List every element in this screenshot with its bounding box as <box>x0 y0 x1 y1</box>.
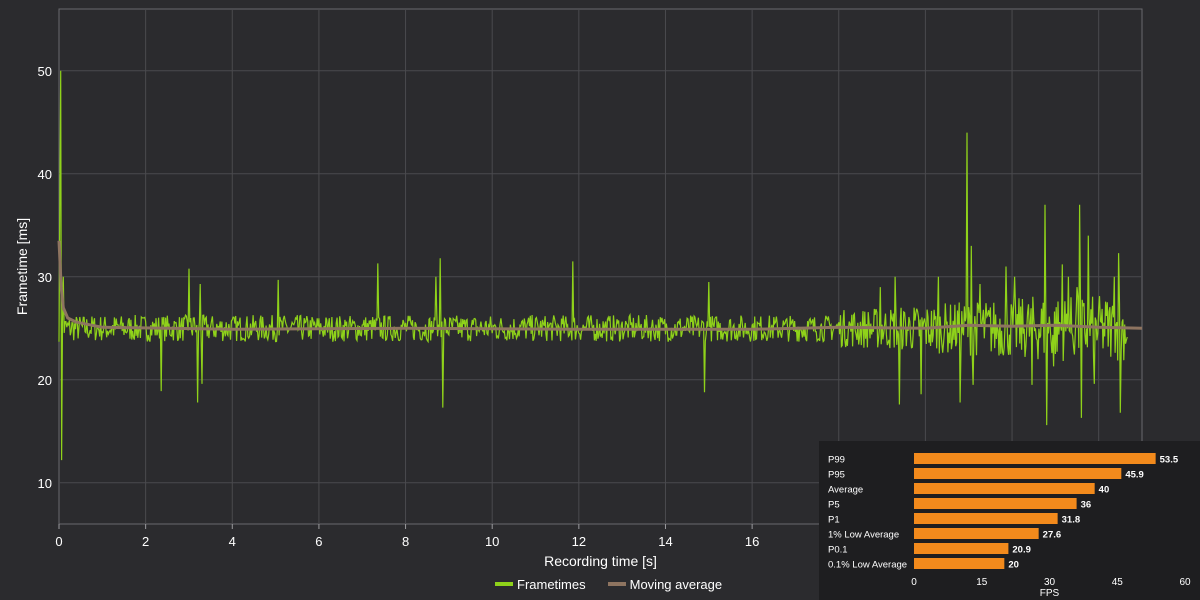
x-tick-label: 14 <box>658 534 672 549</box>
x-tick-label: 16 <box>745 534 759 549</box>
frametimes-swatch <box>495 582 513 586</box>
fps-tick-label: 45 <box>1112 577 1124 588</box>
y-tick-label: 20 <box>38 373 52 388</box>
y-tick-label: 30 <box>38 270 52 285</box>
moving-average-swatch <box>607 582 626 586</box>
fps-category-label: P0.1 <box>828 545 848 556</box>
legend-label-frametimes: Frametimes <box>517 576 586 592</box>
fps-bar <box>914 468 1122 479</box>
x-tick-label: 8 <box>402 534 409 549</box>
fps-category-label: 1% Low Average <box>828 530 899 541</box>
fps-value-label: 36 <box>1081 500 1092 511</box>
fps-value-label: 31.8 <box>1062 515 1081 526</box>
fps-bar <box>914 483 1095 494</box>
fps-tick-label: 60 <box>1179 577 1191 588</box>
y-axis-title: Frametime [ms] <box>14 218 30 315</box>
y-tick-label: 10 <box>38 476 52 491</box>
fps-value-label: 27.6 <box>1043 530 1062 541</box>
fps-tick-label: 0 <box>911 577 917 588</box>
fps-value-label: 20 <box>1008 560 1019 571</box>
fps-bar <box>914 453 1156 464</box>
frametime-series <box>58 70 1128 461</box>
fps-bar <box>914 558 1005 569</box>
fps-tick-label: 15 <box>976 577 988 588</box>
y-tick-label: 40 <box>38 167 52 182</box>
x-tick-label: 0 <box>55 534 62 549</box>
x-tick-label: 4 <box>229 534 236 549</box>
x-tick-label: 2 <box>142 534 149 549</box>
fps-value-label: 53.5 <box>1160 455 1179 466</box>
x-tick-label: 6 <box>315 534 322 549</box>
fps-category-label: P1 <box>828 515 840 526</box>
legend-item-frametimes[interactable]: Frametimes <box>495 577 586 592</box>
fps-bar <box>914 498 1077 509</box>
fps-category-label: Average <box>828 485 863 496</box>
fps-category-label: P5 <box>828 500 840 511</box>
frametimes-line <box>58 70 1128 461</box>
fps-category-label: P99 <box>828 455 845 466</box>
fps-summary-panel: FPS P99 53.5 P95 45.9 Average 40 P5 36 P1 31.8 1% … <box>819 441 1200 600</box>
fps-bar <box>914 528 1039 539</box>
y-tick-label: 50 <box>38 64 52 79</box>
x-tick-label: 12 <box>572 534 586 549</box>
fps-value-label: 20.9 <box>1012 545 1031 556</box>
fps-tick-label: 30 <box>1044 577 1056 588</box>
fps-axis-title: FPS <box>1040 588 1060 599</box>
fps-value-label: 45.9 <box>1125 470 1144 481</box>
legend-label-moving-average: Moving average <box>629 576 723 592</box>
fps-category-label: 0.1% Low Average <box>828 560 907 571</box>
chart-legend: Frametimes Moving average <box>495 576 744 592</box>
fps-category-label: P95 <box>828 470 845 481</box>
x-tick-label: 10 <box>485 534 499 549</box>
legend-item-moving-average[interactable]: Moving average <box>607 576 723 592</box>
fps-bar-chart: FPS P99 53.5 P95 45.9 Average 40 P5 36 P1 31.8 1% … <box>828 453 1191 599</box>
fps-value-label: 40 <box>1099 485 1110 496</box>
x-axis-title: Recording time [s] <box>544 553 657 569</box>
fps-bar <box>914 513 1058 524</box>
fps-bar <box>914 543 1009 554</box>
